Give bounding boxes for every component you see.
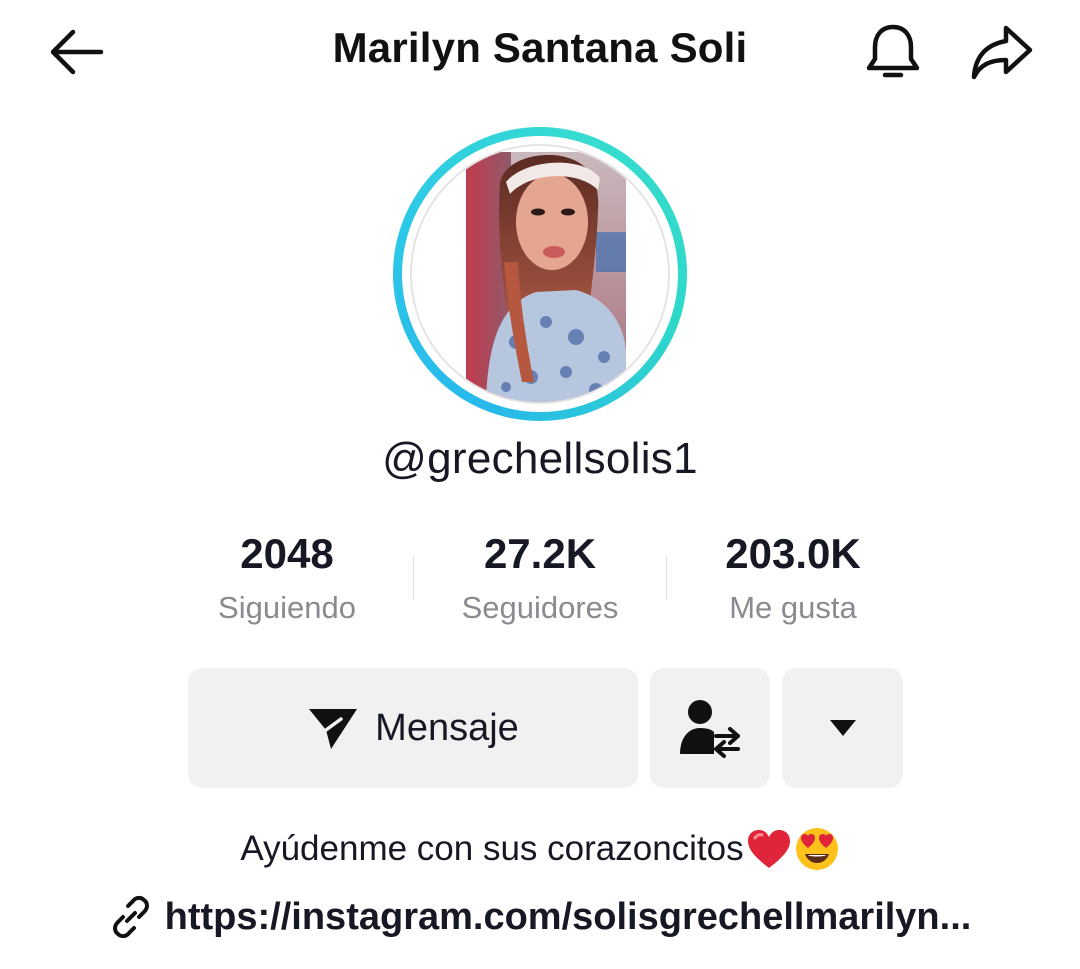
- bio: Ayúdenme con sus corazoncitos: [0, 826, 1080, 872]
- stat-label: Seguidores: [461, 590, 619, 625]
- avatar-ring[interactable]: [393, 127, 687, 421]
- stat-value: 27.2K: [483, 530, 597, 577]
- stats-row: 2048 Siguiendo 27.2K Seguidores 203.0K M…: [160, 528, 920, 638]
- bell-icon: [866, 24, 920, 78]
- message-label: Mensaje: [375, 706, 519, 749]
- profile-header: Marilyn Santana Soli: [0, 0, 1080, 100]
- avatar: [410, 144, 670, 404]
- stat-value: 2048: [240, 530, 334, 577]
- red-heart-icon: [746, 828, 792, 870]
- stat-following[interactable]: 2048 Siguiendo: [160, 528, 414, 628]
- send-icon: [309, 709, 358, 749]
- link-text: https://instagram.com/solisgrechellmaril…: [164, 895, 972, 938]
- username: @grechellsolis1: [382, 434, 698, 483]
- bio-text: Ayúdenme con sus corazoncitos: [240, 829, 744, 868]
- heart-eyes-icon: [794, 826, 840, 872]
- profile-link[interactable]: https://instagram.com/solisgrechellmaril…: [0, 895, 1080, 939]
- stat-followers[interactable]: 27.2K Seguidores: [413, 528, 667, 628]
- notification-button[interactable]: [858, 16, 928, 88]
- stat-label: Me gusta: [729, 590, 857, 625]
- share-button[interactable]: [966, 16, 1038, 88]
- user-swap-icon: [680, 700, 740, 758]
- profile-photo: [466, 152, 626, 402]
- stat-label: Siguiendo: [218, 590, 356, 625]
- message-button[interactable]: Mensaje: [188, 668, 638, 788]
- stat-likes[interactable]: 203.0K Me gusta: [666, 528, 920, 628]
- link-icon: [112, 895, 149, 939]
- more-options-button[interactable]: [782, 668, 903, 788]
- caret-down-icon: [829, 720, 856, 736]
- share-arrow-icon: [971, 25, 1033, 80]
- stat-value: 203.0K: [725, 530, 861, 577]
- follow-back-button[interactable]: [650, 668, 770, 788]
